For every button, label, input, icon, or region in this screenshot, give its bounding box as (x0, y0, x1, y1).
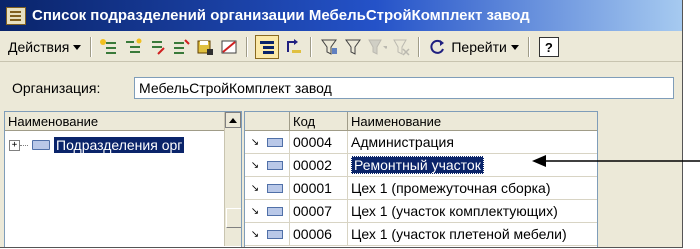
item-icon (267, 160, 284, 170)
mark-delete-button[interactable] (219, 37, 239, 57)
table-header: Код Наименование (245, 112, 597, 131)
toolbar-separator (527, 37, 530, 57)
row-type-cell: ↘ (245, 154, 290, 176)
navigate-menu-button[interactable]: Перейти (449, 39, 522, 55)
filter-history-icon (368, 39, 388, 55)
row-arrow-icon: ↘ (250, 136, 260, 148)
help-button[interactable]: ? (538, 37, 559, 57)
item-icon (267, 137, 284, 147)
edit-item-icon (174, 39, 191, 54)
level-up-icon (287, 39, 302, 53)
filter-by-value-icon (345, 39, 362, 55)
row-arrow-icon: ↘ (250, 159, 260, 171)
name-column-header[interactable]: Наименование (348, 112, 597, 130)
navigate-menu-label: Перейти (451, 39, 507, 55)
refresh-button[interactable] (427, 37, 447, 57)
name-cell-text: Цех 1 (участок комплектующих) (351, 203, 558, 219)
clear-filter-button[interactable] (391, 37, 411, 57)
toolbar-separator (246, 37, 249, 57)
add-group-icon (126, 38, 142, 53)
name-cell-text: Цех 1 (промежуточная сборка) (351, 180, 551, 196)
window-title: Список подразделений организации МебельС… (32, 7, 530, 24)
hierarchy-tree: Наименование + Подразделения орг (4, 111, 242, 247)
list-window-icon (6, 6, 26, 25)
chevron-down-icon (510, 44, 519, 50)
name-cell: Цех 1 (промежуточная сборка) (348, 177, 597, 199)
row-arrow-icon: ↘ (250, 228, 260, 240)
toolbar-separator (418, 37, 421, 57)
expand-plus-icon[interactable]: + (9, 139, 20, 151)
tree-connector (20, 144, 28, 146)
item-icon (267, 229, 284, 239)
table-row[interactable]: ↘ 00002 Ремонтный участок (245, 154, 597, 177)
organization-row: Организация: МебельСтройКомплект завод (0, 75, 682, 101)
tree-item-root[interactable]: + Подразделения орг (9, 136, 185, 154)
code-cell: 00002 (290, 154, 348, 176)
name-cell: Цех 1 (участок плетеной мебели) (348, 223, 597, 245)
tree-item-label: Подразделения орг (54, 137, 185, 153)
level-up-button[interactable] (283, 37, 303, 57)
table-row[interactable]: ↘ 00004 Администрация (245, 131, 597, 154)
mark-delete-icon (221, 40, 237, 54)
table-body: ↘ 00004 Администрация ↘ 00002 Ремонтный участ… (245, 131, 597, 246)
row-type-cell: ↘ (245, 177, 290, 199)
filter-icon (321, 39, 338, 55)
filter-button[interactable] (319, 37, 339, 57)
organization-field[interactable]: МебельСтройКомплект завод (134, 77, 674, 99)
organization-label: Организация: (12, 80, 101, 96)
chevron-down-icon (73, 44, 82, 50)
code-cell: 00001 (290, 177, 348, 199)
name-cell: Ремонтный участок (348, 154, 597, 176)
name-cell-text: Ремонтный участок (351, 156, 484, 174)
item-icon (267, 183, 284, 193)
refresh-icon (430, 39, 445, 54)
code-column-header[interactable]: Код (290, 112, 348, 130)
clear-filter-icon (393, 39, 410, 56)
departments-table: Код Наименование ↘ 00004 Администрация ↘ 000… (244, 111, 598, 247)
filter-by-value-button[interactable] (343, 37, 363, 57)
code-cell: 00004 (290, 131, 348, 153)
copy-item-icon (152, 41, 166, 55)
add-group-button[interactable] (123, 37, 143, 57)
row-type-cell: ↘ (245, 200, 290, 222)
scroll-thumb[interactable] (226, 208, 241, 228)
name-cell: Цех 1 (участок комплектующих) (348, 200, 597, 222)
edit-item-button[interactable] (171, 37, 191, 57)
app-window: Список подразделений организации МебельС… (0, 0, 683, 248)
filter-history-button[interactable] (367, 37, 388, 57)
name-cell: Администрация (348, 131, 597, 153)
row-type-cell: ↘ (245, 223, 290, 245)
name-cell-text: Цех 1 (участок плетеной мебели) (351, 226, 567, 242)
code-cell: 00006 (290, 223, 348, 245)
icon-column-header[interactable] (245, 112, 290, 130)
hierarchy-icon (260, 41, 275, 54)
add-item-icon (100, 39, 117, 54)
save-icon (197, 40, 214, 55)
row-arrow-icon: ↘ (250, 182, 260, 194)
actions-menu-button[interactable]: Действия (0, 39, 85, 55)
row-arrow-icon: ↘ (250, 205, 260, 217)
toolbar: Действия Перейти ? (0, 33, 682, 62)
table-row[interactable]: ↘ 00007 Цех 1 (участок комплектующих) (245, 200, 597, 223)
row-type-cell: ↘ (245, 131, 290, 153)
name-cell-text: Администрация (351, 134, 454, 150)
table-row[interactable]: ↘ 00001 Цех 1 (промежуточная сборка) (245, 177, 597, 200)
title-bar[interactable]: Список подразделений организации МебельС… (0, 0, 682, 31)
table-row[interactable]: ↘ 00006 Цех 1 (участок плетеной мебели) (245, 223, 597, 246)
add-item-button[interactable] (99, 37, 119, 57)
tree-scrollbar[interactable] (224, 112, 241, 246)
save-button[interactable] (195, 37, 215, 57)
code-cell: 00007 (290, 200, 348, 222)
toolbar-separator (310, 37, 313, 57)
tree-column-header[interactable]: Наименование (5, 112, 241, 131)
hierarchy-toggle-button[interactable] (255, 35, 280, 59)
toolbar-separator (90, 37, 93, 57)
folder-icon (32, 140, 50, 150)
copy-item-button[interactable] (147, 37, 167, 57)
item-icon (267, 206, 284, 216)
actions-menu-label: Действия (8, 39, 70, 55)
scroll-up-icon[interactable] (225, 112, 241, 128)
